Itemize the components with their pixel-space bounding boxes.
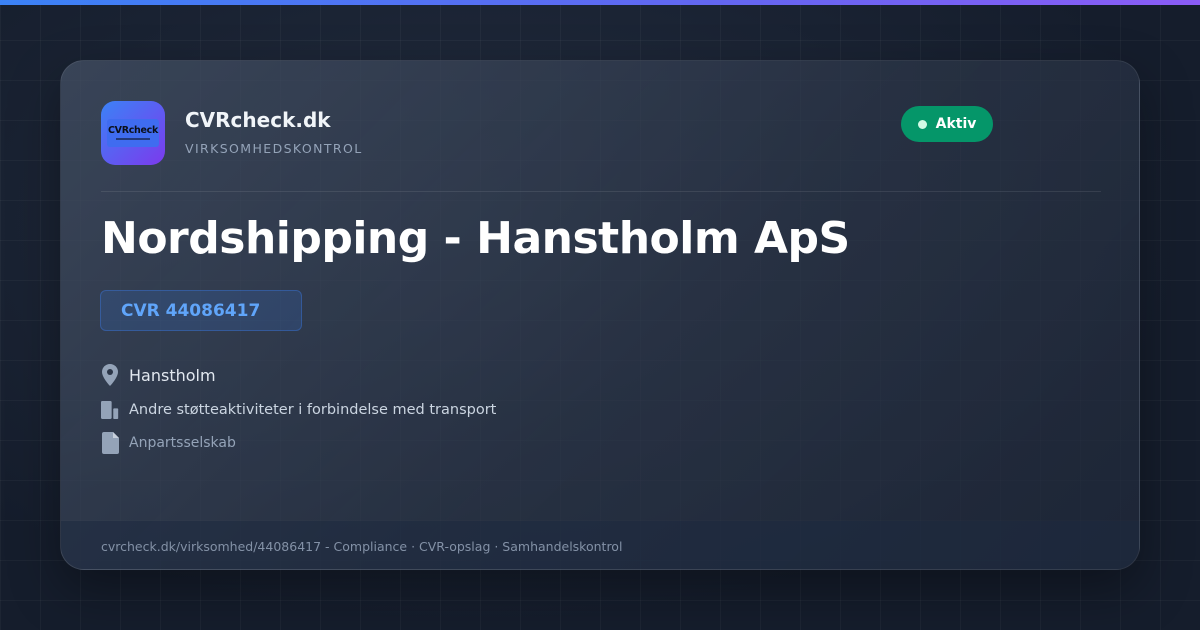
cvr-badge: CVR 44086417 (100, 290, 302, 331)
company-type-row: Anpartsselskab (101, 432, 236, 454)
logo-underline (116, 137, 150, 140)
status-label: Aktiv (935, 116, 977, 132)
document-icon (101, 432, 119, 454)
card-footer: cvrcheck.dk/virksomhed/44086417 - Compli… (61, 521, 1139, 569)
status-dot-icon (917, 119, 927, 129)
brand-name[interactable]: CVRcheck.dk (185, 108, 331, 132)
brand-tagline: VIRKSOMHEDSKONTROL (185, 141, 363, 156)
cvr-number: CVR 44086417 (121, 300, 261, 321)
brand-logo[interactable]: CVRcheck (101, 101, 165, 165)
top-accent-bar (0, 0, 1200, 5)
location-text: Hanstholm (129, 365, 216, 385)
status-badge: Aktiv (901, 106, 993, 142)
company-name: Nordshipping - Hanstholm ApS (101, 213, 850, 264)
location-row: Hanstholm (101, 364, 216, 386)
company-card: CVRcheck CVRcheck.dk VIRKSOMHEDSKONTROL … (60, 60, 1140, 570)
logo-mark: CVRcheck (107, 119, 159, 147)
logo-text: CVRcheck (107, 125, 159, 137)
company-type-text: Anpartsselskab (129, 435, 236, 451)
building-icon (101, 399, 119, 421)
footer-text[interactable]: cvrcheck.dk/virksomhed/44086417 - Compli… (101, 539, 622, 554)
header-divider (101, 191, 1101, 192)
map-pin-icon (101, 364, 119, 386)
industry-text: Andre støtteaktiviteter i forbindelse me… (129, 402, 497, 418)
industry-row: Andre støtteaktiviteter i forbindelse me… (101, 399, 496, 421)
